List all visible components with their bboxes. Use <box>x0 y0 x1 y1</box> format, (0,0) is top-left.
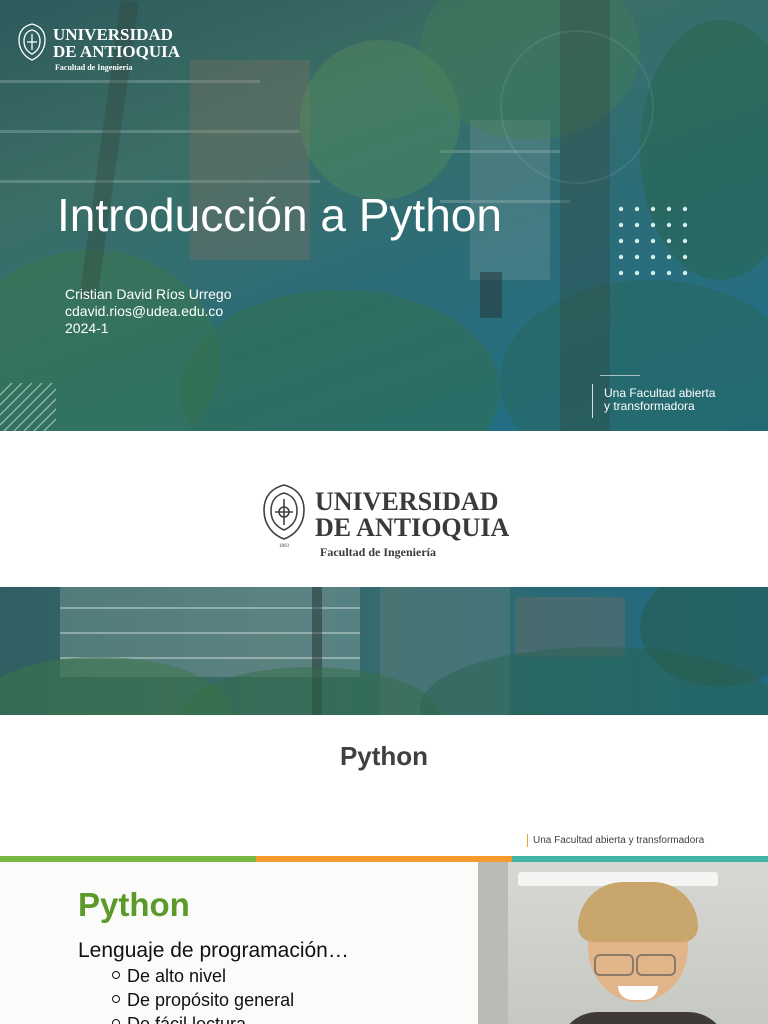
university-name-line2: DE ANTIOQUIA <box>315 513 510 542</box>
decorative-dot <box>682 238 688 244</box>
decorative-dot <box>618 206 624 212</box>
decorative-dot <box>666 254 672 260</box>
decorative-dot <box>666 206 672 212</box>
decorative-dot <box>650 254 656 260</box>
faculty-motto: Una Facultad abierta y transformadora <box>604 387 715 413</box>
decorative-dot <box>618 238 624 244</box>
faculty-name: Facultad de Ingeniería <box>55 63 133 72</box>
decorative-dot <box>682 206 688 212</box>
bullet-icon <box>112 971 120 980</box>
motto-top-rule <box>600 375 640 376</box>
decorative-dot-grid <box>618 206 688 276</box>
list-item: De fácil lectura <box>112 1014 246 1024</box>
slide-lead-text: Lenguaje de programación… <box>78 939 349 962</box>
decorative-dot <box>634 238 640 244</box>
motto-divider <box>527 834 528 847</box>
university-name-line1: UNIVERSIDAD <box>315 487 499 516</box>
section-title: Python <box>339 741 429 771</box>
decorative-dot <box>682 222 688 228</box>
decorative-dot <box>682 254 688 260</box>
decorative-dot <box>618 270 624 276</box>
list-item: De propósito general <box>112 990 294 1011</box>
presentation-title: Introducción a Python <box>57 189 502 241</box>
motto-divider <box>592 384 593 418</box>
content-slide: Python Lenguaje de programación… De alto… <box>0 856 768 1024</box>
decorative-dot <box>634 270 640 276</box>
bullet-icon <box>112 995 120 1004</box>
university-seal-icon <box>18 23 46 61</box>
author-email: cdavid.rios@udea.edu.co <box>65 303 224 319</box>
list-item: De alto nivel <box>112 966 226 987</box>
university-name-line1: UNIVERSIDAD <box>53 25 173 44</box>
accent-stripe-green <box>0 856 256 862</box>
founding-year: 1803 <box>279 544 290 549</box>
title-slide: UNIVERSIDAD DE ANTIOQUIA Facultad de Ing… <box>0 0 768 431</box>
decorative-dot <box>650 222 656 228</box>
decorative-stripes <box>0 383 56 431</box>
decorative-dot <box>618 222 624 228</box>
university-seal-icon: 1803 <box>263 484 305 549</box>
section-slide: 1803 UNIVERSIDAD DE ANTIOQUIA Facultad d… <box>0 431 768 856</box>
faculty-motto-line2: y transformadora <box>604 399 695 413</box>
decorative-dot <box>634 254 640 260</box>
bullet-icon <box>112 1019 120 1024</box>
decorative-dot <box>634 206 640 212</box>
faculty-motto: Una Facultad abierta y transformadora <box>533 835 705 846</box>
author-name: Cristian David Ríos Urrego <box>65 286 232 302</box>
decorative-dot <box>682 270 688 276</box>
decorative-dot <box>650 206 656 212</box>
decorative-dot <box>634 222 640 228</box>
faculty-name: Facultad de Ingeniería <box>320 545 436 559</box>
accent-stripe-orange <box>256 856 512 862</box>
decorative-dot <box>666 270 672 276</box>
academic-term: 2024-1 <box>65 320 109 336</box>
decorative-dot <box>618 254 624 260</box>
slide-title: Python <box>78 886 190 923</box>
decorative-dot <box>666 238 672 244</box>
guido-van-rossum-photo <box>478 862 768 1024</box>
decorative-dot <box>666 222 672 228</box>
campus-photo-band <box>0 587 768 715</box>
decorative-dot <box>650 238 656 244</box>
university-name-line2: DE ANTIOQUIA <box>53 42 181 61</box>
decorative-dot <box>650 270 656 276</box>
